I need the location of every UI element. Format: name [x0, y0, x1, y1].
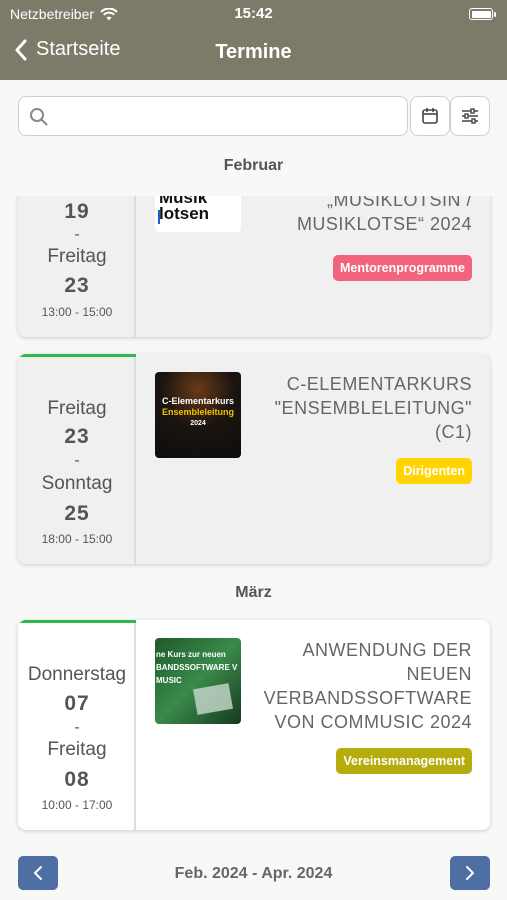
date-start-day: 07 — [64, 692, 90, 715]
event-title: „MUSIKLOTSIN / MUSIKLOTSE“ 2024 — [296, 196, 472, 234]
event-accent-bar — [18, 354, 136, 357]
search-input[interactable] — [59, 105, 399, 129]
event-title: ANWENDUNG DER NEUEN VERBANDSSOFTWARE VON… — [263, 640, 472, 732]
event-card[interactable]: Freitag 23 - Sonntag 25 18:00 - 15:00 C-… — [18, 354, 490, 564]
event-card[interactable]: Donnerstag 07 - Freitag 08 10:00 - 17:00… — [18, 620, 490, 830]
status-time: 15:42 — [234, 5, 273, 22]
event-date-column: 19 - Freitag 23 13:00 - 15:00 — [18, 196, 136, 337]
date-end-day: 25 — [64, 502, 90, 525]
category-badge: Mentorenprogramme — [332, 255, 472, 281]
page-title: Termine — [215, 41, 292, 63]
date-separator: - — [74, 719, 80, 736]
sliders-icon — [462, 108, 478, 124]
category-badge: Vereinsmanagement — [336, 748, 472, 774]
event-time: 13:00 - 15:00 — [41, 305, 113, 319]
chevron-right-icon — [466, 866, 474, 880]
event-list[interactable]: 19 - Freitag 23 13:00 - 15:00 Musik lotse… — [0, 196, 507, 846]
date-start-weekday: Donnerstag — [27, 664, 127, 685]
category-badge: Dirigenten — [396, 458, 472, 484]
calendar-button[interactable] — [410, 96, 450, 136]
date-end-day: 23 — [64, 274, 90, 297]
event-thumbnail: Musik lotsen — [155, 196, 241, 232]
search-icon — [30, 108, 48, 126]
event-thumbnail: C-Elementarkurs Ensembleleitung 2024 — [155, 372, 241, 458]
calendar-icon — [422, 107, 438, 124]
date-end-weekday: Sonntag — [41, 473, 113, 494]
thumbnail-text: ne Kurs zur neuen BANDSSOFTWARE V MUSIC — [156, 650, 238, 685]
month-header-february: Februar — [223, 157, 284, 174]
event-time: 18:00 - 15:00 — [41, 532, 113, 546]
date-separator: - — [74, 226, 80, 243]
event-thumbnail: ne Kurs zur neuen BANDSSOFTWARE V MUSIC — [155, 638, 241, 724]
event-card[interactable]: 19 - Freitag 23 13:00 - 15:00 Musik lotse… — [18, 196, 490, 337]
event-date-column: Freitag 23 - Sonntag 25 18:00 - 15:00 — [18, 354, 136, 564]
month-header-march: März — [235, 584, 272, 601]
date-start-day: 19 — [64, 200, 90, 223]
search-field[interactable] — [18, 96, 408, 136]
thumbnail-text: Musik lotsen — [159, 196, 210, 223]
date-start-day: 23 — [64, 425, 90, 448]
date-separator: - — [74, 452, 80, 469]
nav-bar: Startseite Termine — [0, 34, 507, 74]
filter-button[interactable] — [450, 96, 490, 136]
date-end-weekday: Freitag — [47, 246, 107, 267]
date-end-weekday: Freitag — [47, 739, 107, 760]
event-time: 10:00 - 17:00 — [41, 798, 113, 812]
thumbnail-text: C-Elementarkurs Ensembleleitung 2024 — [161, 396, 235, 427]
next-period-button[interactable] — [450, 856, 490, 890]
event-title: C-ELEMENTARKURS "ENSEMBLELEITUNG" (C1) — [274, 374, 472, 442]
event-date-column: Donnerstag 07 - Freitag 08 10:00 - 17:00 — [18, 620, 136, 830]
top-bar: Netzbetreiber 15:42 Startseite Termine — [0, 0, 507, 80]
battery-icon — [469, 8, 496, 20]
date-start-weekday: Freitag — [47, 398, 107, 419]
status-bar: Netzbetreiber 15:42 — [0, 0, 507, 28]
event-accent-bar — [18, 620, 136, 623]
period-label: Feb. 2024 - Apr. 2024 — [174, 865, 333, 882]
date-end-day: 08 — [64, 768, 90, 791]
